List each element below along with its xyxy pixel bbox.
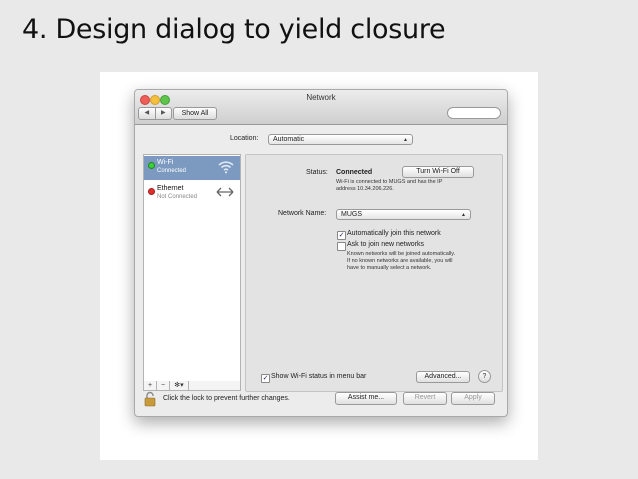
- service-item-ethernet[interactable]: Ethernet Not Connected: [144, 182, 240, 206]
- turn-wifi-off-button[interactable]: Turn Wi-Fi Off: [402, 166, 474, 178]
- wifi-detail-panel: Status: Connected Turn Wi-Fi Off Wi-Fi i…: [245, 154, 503, 392]
- service-list: Wi-Fi Connected Ethernet Not Connected: [143, 154, 241, 383]
- ask-join-note-line3: have to manually select a network.: [347, 265, 432, 271]
- ask-join-checkbox[interactable]: [337, 242, 346, 251]
- service-name: Wi-Fi: [157, 159, 174, 166]
- ask-join-note-line1: Known networks will be joined automatica…: [347, 251, 456, 257]
- status-dot-disconnected-icon: [148, 188, 155, 195]
- back-button[interactable]: ◀: [139, 108, 156, 119]
- show-wifi-status-label: Show Wi-Fi status in menu bar: [271, 373, 367, 380]
- assist-me-button[interactable]: Assist me...: [335, 392, 397, 405]
- auto-join-label: Automatically join this network: [347, 230, 441, 237]
- status-label: Status:: [306, 169, 328, 176]
- status-description-line1: Wi-Fi is connected to MUGS and has the I…: [336, 179, 443, 185]
- location-popup[interactable]: Automatic ▲: [268, 134, 413, 145]
- service-name: Ethernet: [157, 185, 184, 192]
- popup-arrows-icon: ▲: [403, 137, 408, 143]
- network-name-popup[interactable]: MUGS ▲: [336, 209, 471, 220]
- titlebar: Network ◀ ▶ Show All: [135, 90, 507, 125]
- search-field[interactable]: [447, 107, 501, 119]
- network-preferences-window: Network ◀ ▶ Show All Location: Automatic…: [134, 89, 508, 417]
- help-button[interactable]: ?: [478, 370, 491, 383]
- back-forward-buttons: ◀ ▶: [138, 107, 172, 120]
- status-description-line2: address 10.34.206.226.: [336, 186, 394, 192]
- add-service-button[interactable]: +: [144, 381, 157, 390]
- remove-service-button[interactable]: −: [157, 381, 170, 390]
- service-status: Connected: [157, 168, 187, 174]
- lock-text: Click the lock to prevent further change…: [163, 395, 290, 402]
- forward-button[interactable]: ▶: [156, 108, 172, 119]
- service-status: Not Connected: [157, 194, 198, 200]
- show-wifi-status-checkbox[interactable]: ✓: [261, 374, 270, 383]
- wifi-icon: [218, 161, 234, 174]
- action-menu-gear-icon[interactable]: ✻▾: [170, 381, 189, 390]
- show-all-button[interactable]: Show All: [173, 107, 217, 120]
- location-value: Automatic: [273, 136, 305, 143]
- ask-join-note-line2: If no known networks are available, you …: [347, 258, 453, 264]
- window-title: Network: [306, 93, 336, 102]
- revert-button[interactable]: Revert: [403, 392, 447, 405]
- apply-button[interactable]: Apply: [451, 392, 495, 405]
- status-value: Connected: [336, 169, 373, 176]
- advanced-button[interactable]: Advanced...: [416, 371, 470, 383]
- slide-title: 4. Design dialog to yield closure: [22, 14, 446, 45]
- auto-join-checkbox[interactable]: ✓: [337, 231, 346, 240]
- location-label: Location:: [230, 135, 259, 142]
- ethernet-arrows-icon: [216, 187, 234, 197]
- ask-join-label: Ask to join new networks: [347, 241, 425, 248]
- service-item-wifi[interactable]: Wi-Fi Connected: [144, 156, 240, 180]
- popup-arrows-icon: ▲: [461, 212, 466, 218]
- status-dot-connected-icon: [148, 162, 155, 169]
- service-list-controls: + − ✻▾: [143, 381, 241, 391]
- network-name-label: Network Name:: [278, 210, 327, 217]
- network-name-value: MUGS: [341, 211, 362, 218]
- lock-icon[interactable]: [144, 391, 156, 407]
